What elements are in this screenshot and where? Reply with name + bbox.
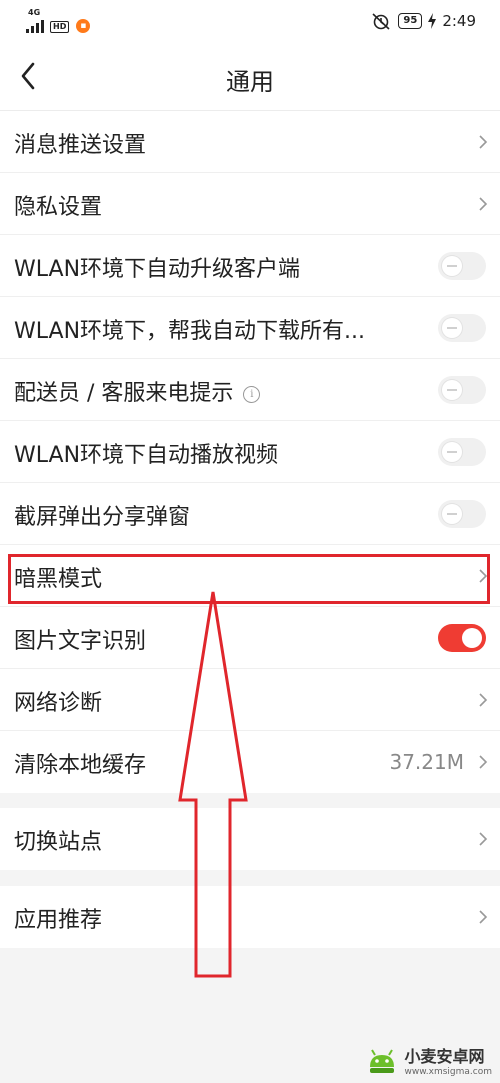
info-icon[interactable]: i (243, 386, 261, 403)
toggle-knob (442, 256, 462, 276)
settings-label: 网络诊断 (14, 691, 103, 716)
signal-icon (26, 20, 44, 33)
chevron-right-icon (479, 755, 488, 769)
watermark-url: www.xmsigma.com (404, 1067, 492, 1077)
settings-row-courier-call: 配送员 / 客服来电提示 i (0, 359, 500, 421)
signal-area: HD ▪ (26, 10, 91, 33)
settings-label: 消息推送设置 (14, 133, 147, 158)
settings-label: 隐私设置 (14, 195, 103, 220)
settings-label: 切换站点 (14, 830, 103, 855)
clock: 2:49 (442, 12, 476, 30)
settings-row-wlan-upgrade: WLAN环境下自动升级客户端 (0, 235, 500, 297)
settings-group-site: 切换站点 (0, 808, 500, 870)
battery-indicator: 95 (398, 13, 423, 29)
settings-row-image-text: 图片文字识别 (0, 607, 500, 669)
settings-row-clear-cache[interactable]: 清除本地缓存 37.21M (0, 731, 500, 793)
watermark: 小麦安卓网 www.xmsigma.com (365, 1043, 492, 1077)
status-right: 95 2:49 (370, 11, 476, 31)
toggle-knob (442, 504, 462, 524)
app-notification-icon: ▪ (76, 19, 91, 33)
settings-group-apps: 应用推荐 (0, 886, 500, 948)
settings-label: WLAN环境下，帮我自动下载所有... (14, 319, 366, 344)
courier-call-toggle[interactable] (438, 376, 486, 404)
cache-size-value: 37.21M (389, 750, 464, 774)
page-title: 通用 (226, 68, 274, 96)
charging-icon (428, 13, 437, 29)
settings-label: 截屏弹出分享弹窗 (14, 505, 191, 530)
settings-row-push[interactable]: 消息推送设置 (0, 111, 500, 173)
settings-row-wlan-autoplay: WLAN环境下自动播放视频 (0, 421, 500, 483)
chevron-right-icon (479, 832, 488, 846)
watermark-text: 小麦安卓网 www.xmsigma.com (405, 1043, 492, 1077)
toggle-knob (462, 628, 482, 648)
hd-badge: HD (50, 21, 70, 33)
wlan-download-toggle[interactable] (438, 314, 486, 342)
watermark-name: 小麦安卓网 (404, 1047, 485, 1066)
android-logo-icon (369, 1049, 394, 1073)
page-header: 通用 (0, 44, 500, 111)
settings-row-network-diag[interactable]: 网络诊断 (0, 669, 500, 731)
settings-group-main: 消息推送设置 隐私设置 WLAN环境下自动升级客户端 WLAN环境下，帮我自动下… (0, 111, 500, 793)
chevron-right-icon (479, 135, 488, 149)
wlan-upgrade-toggle[interactable] (438, 252, 486, 280)
settings-label: WLAN环境下自动升级客户端 (14, 257, 301, 282)
settings-label: WLAN环境下自动播放视频 (14, 443, 279, 468)
chevron-right-icon (479, 693, 488, 707)
settings-row-wlan-download: WLAN环境下，帮我自动下载所有... (0, 297, 500, 359)
settings-label: 图片文字识别 (14, 629, 147, 654)
chevron-right-icon (479, 197, 488, 211)
settings-row-switch-site[interactable]: 切换站点 (0, 808, 500, 870)
chevron-right-icon (479, 910, 488, 924)
screenshot-share-toggle[interactable] (438, 500, 486, 528)
annotation-arrow-icon (178, 591, 248, 978)
settings-label-wrap: 配送员 / 客服来电提示 i (14, 375, 261, 407)
toggle-knob (442, 442, 462, 462)
settings-row-screenshot-share: 截屏弹出分享弹窗 (0, 483, 500, 545)
settings-label: 清除本地缓存 (14, 753, 147, 778)
toggle-knob (442, 380, 462, 400)
status-bar: 4G HD ▪ 95 2:49 (0, 0, 500, 44)
settings-row-app-recommend[interactable]: 应用推荐 (0, 886, 500, 948)
settings-row-privacy[interactable]: 隐私设置 (0, 173, 500, 235)
image-text-toggle[interactable] (438, 624, 486, 652)
settings-label: 应用推荐 (14, 908, 103, 933)
alarm-mute-icon (372, 13, 390, 30)
toggle-knob (442, 318, 462, 338)
settings-label: 配送员 / 客服来电提示 (14, 381, 234, 406)
wlan-autoplay-toggle[interactable] (438, 438, 486, 466)
